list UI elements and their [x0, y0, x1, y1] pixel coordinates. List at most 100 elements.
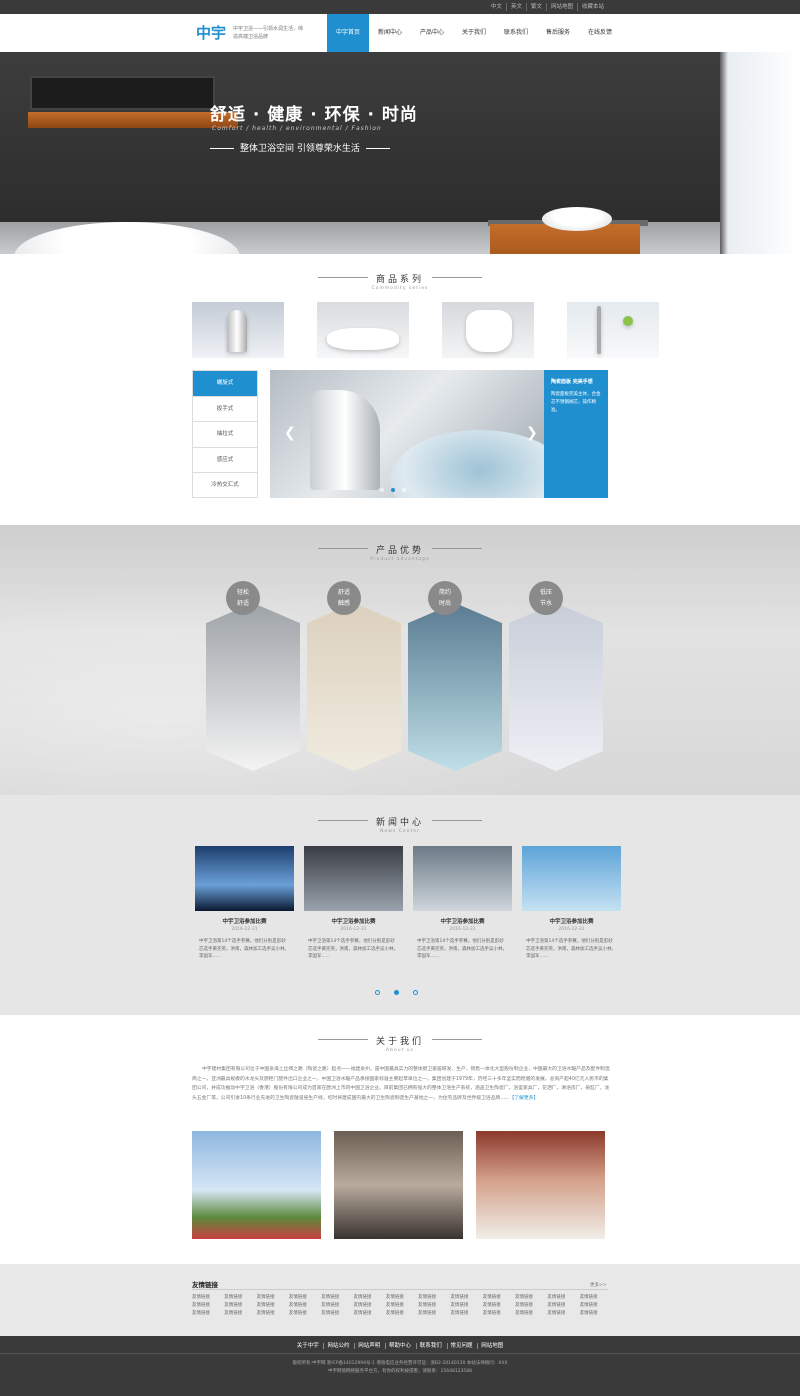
site-header: 中宇 中宇卫浴——引领水润生活，缔造高端卫浴品牌 中宇首页 新闻中心 产品中心 …	[0, 14, 800, 52]
friend-link[interactable]: 友情链接	[354, 1302, 386, 1308]
friend-link[interactable]: 友情链接	[386, 1294, 418, 1300]
slider-dot-1[interactable]	[380, 488, 384, 492]
news-dot-3[interactable]	[413, 990, 418, 995]
friend-link[interactable]: 友情链接	[321, 1294, 353, 1300]
friend-link[interactable]: 友情链接	[418, 1294, 450, 1300]
friend-link[interactable]: 友情链接	[321, 1302, 353, 1308]
friend-link[interactable]: 友情链接	[386, 1310, 418, 1316]
friend-link[interactable]: 友情链接	[450, 1294, 482, 1300]
news-excerpt: 中宇卫浴第14个选手参赛，他们分别是彭砂芯选手黄宪英，洪南，森林加工选手吴小林，…	[417, 939, 507, 959]
nav-about[interactable]: 关于我们	[453, 14, 495, 52]
friend-link[interactable]: 友情链接	[192, 1310, 224, 1316]
news-card[interactable]: 中宇卫浴参加比赛 2016-12-31 中宇卫浴第14个选手参赛，他们分别是彭砂…	[195, 846, 294, 961]
nav-feedback[interactable]: 在线反馈	[579, 14, 621, 52]
friend-link[interactable]: 友情链接	[418, 1310, 450, 1316]
news-image[interactable]	[304, 846, 403, 911]
friend-link[interactable]: 友情链接	[289, 1302, 321, 1308]
friend-links-more[interactable]: 更多>>	[590, 1282, 607, 1288]
slider-prev-icon[interactable]: ❮	[284, 425, 296, 441]
friend-link[interactable]: 友情链接	[386, 1302, 418, 1308]
news-title[interactable]: 中宇卫浴参加比赛	[413, 917, 512, 925]
friend-link[interactable]: 友情链接	[515, 1294, 547, 1300]
news-date: 2016-12-31	[340, 927, 367, 932]
friend-links-list: 友情链接 友情链接 友情链接 友情链接 友情链接 友情链接 友情链接 友情链接 友情链接 友情链接…	[192, 1294, 612, 1316]
friend-link[interactable]: 友情链接	[289, 1294, 321, 1300]
friend-link[interactable]: 友情链接	[483, 1310, 515, 1316]
friend-link[interactable]: 友情链接	[257, 1302, 289, 1308]
slider-dot-2[interactable]	[391, 488, 395, 492]
slider-next-icon[interactable]: ❯	[526, 425, 538, 441]
news-excerpt: 中宇卫浴第14个选手参赛，他们分别是彭砂芯选手黄宪英，洪南，森林加工选手吴小林，…	[199, 939, 289, 959]
friend-link[interactable]: 友情链接	[289, 1310, 321, 1316]
slider-dot-3[interactable]	[402, 488, 406, 492]
friend-link[interactable]: 友情链接	[257, 1310, 289, 1316]
lang-chinese-link[interactable]: 中文	[487, 3, 506, 11]
footer-link-terms[interactable]: 网站公约	[323, 1343, 353, 1349]
advantage-card-2[interactable]	[307, 603, 401, 771]
nav-products[interactable]: 产品中心	[411, 14, 453, 52]
friend-link[interactable]: 友情链接	[418, 1302, 450, 1308]
friend-link[interactable]: 友情链接	[224, 1310, 256, 1316]
friend-link[interactable]: 友情链接	[450, 1302, 482, 1308]
tab-spiral[interactable]: 螺旋式	[193, 371, 257, 397]
friend-link[interactable]: 友情链接	[580, 1310, 612, 1316]
news-title[interactable]: 中宇卫浴参加比赛	[522, 917, 621, 925]
friend-link[interactable]: 友情链接	[515, 1302, 547, 1308]
news-image[interactable]	[522, 846, 621, 911]
nav-news[interactable]: 新闻中心	[369, 14, 411, 52]
footer-link-faq[interactable]: 常见问题	[446, 1343, 476, 1349]
friend-link[interactable]: 友情链接	[354, 1310, 386, 1316]
product-thumb-toilet[interactable]	[442, 302, 534, 358]
nav-service[interactable]: 售后服务	[537, 14, 579, 52]
advantage-card-1[interactable]	[206, 603, 300, 771]
footer-link-help[interactable]: 帮助中心	[384, 1343, 414, 1349]
friend-link[interactable]: 友情链接	[321, 1310, 353, 1316]
friend-link[interactable]: 友情链接	[192, 1294, 224, 1300]
news-card[interactable]: 中宇卫浴参加比赛 2016-12-31 中宇卫浴第14个选手参赛，他们分别是彭砂…	[304, 846, 403, 961]
friend-link[interactable]: 友情链接	[547, 1302, 579, 1308]
product-thumb-shower[interactable]	[567, 302, 659, 358]
tab-sensor[interactable]: 感应式	[193, 448, 257, 474]
friend-link[interactable]: 友情链接	[483, 1294, 515, 1300]
friend-link[interactable]: 友情链接	[257, 1294, 289, 1300]
friend-link[interactable]: 友情链接	[580, 1302, 612, 1308]
site-logo[interactable]: 中宇	[196, 22, 226, 43]
nav-contact[interactable]: 联系我们	[495, 14, 537, 52]
footer-link-sitemap[interactable]: 网站地图	[477, 1343, 507, 1349]
news-title[interactable]: 中宇卫浴参加比赛	[304, 917, 403, 925]
advantage-card-4[interactable]	[509, 603, 603, 771]
footer-link-statement[interactable]: 网站声明	[354, 1343, 384, 1349]
lang-english-link[interactable]: 英文	[505, 3, 526, 11]
footer-link-contact[interactable]: 联系我们	[415, 1343, 445, 1349]
friend-link[interactable]: 友情链接	[192, 1302, 224, 1308]
footer-link-about[interactable]: 关于中宇	[294, 1343, 322, 1349]
friend-link[interactable]: 友情链接	[224, 1302, 256, 1308]
product-thumb-faucet[interactable]	[192, 302, 284, 358]
tab-hot-cold[interactable]: 冷热交汇式	[193, 473, 257, 499]
friend-link[interactable]: 友情链接	[450, 1310, 482, 1316]
about-more-link[interactable]: 【了解更多】	[509, 1096, 538, 1101]
lang-traditional-link[interactable]: 繁文	[525, 3, 546, 11]
news-image[interactable]	[195, 846, 294, 911]
news-dot-1[interactable]	[375, 990, 380, 995]
advantage-badge-3: 简约 时尚	[428, 581, 462, 615]
friend-link[interactable]: 友情链接	[547, 1294, 579, 1300]
news-card[interactable]: 中宇卫浴参加比赛 2016-12-31 中宇卫浴第14个选手参赛，他们分别是彭砂…	[413, 846, 512, 961]
tab-lever[interactable]: 扳手式	[193, 397, 257, 423]
sitemap-link[interactable]: 网站地图	[545, 3, 577, 11]
nav-home[interactable]: 中宇首页	[327, 14, 369, 52]
advantage-card-3[interactable]	[408, 603, 502, 771]
news-image[interactable]	[413, 846, 512, 911]
friend-link[interactable]: 友情链接	[547, 1310, 579, 1316]
product-thumb-basin[interactable]	[317, 302, 409, 358]
news-dot-2[interactable]	[394, 990, 399, 995]
bookmark-link[interactable]: 收藏本站	[576, 3, 608, 11]
tab-pullout[interactable]: 抽拉式	[193, 422, 257, 448]
news-card[interactable]: 中宇卫浴参加比赛 2016-12-31 中宇卫浴第14个选手参赛，他们分别是彭砂…	[522, 846, 621, 961]
friend-link[interactable]: 友情链接	[354, 1294, 386, 1300]
friend-link[interactable]: 友情链接	[580, 1294, 612, 1300]
news-title[interactable]: 中宇卫浴参加比赛	[195, 917, 294, 925]
friend-link[interactable]: 友情链接	[483, 1302, 515, 1308]
friend-link[interactable]: 友情链接	[515, 1310, 547, 1316]
friend-link[interactable]: 友情链接	[224, 1294, 256, 1300]
